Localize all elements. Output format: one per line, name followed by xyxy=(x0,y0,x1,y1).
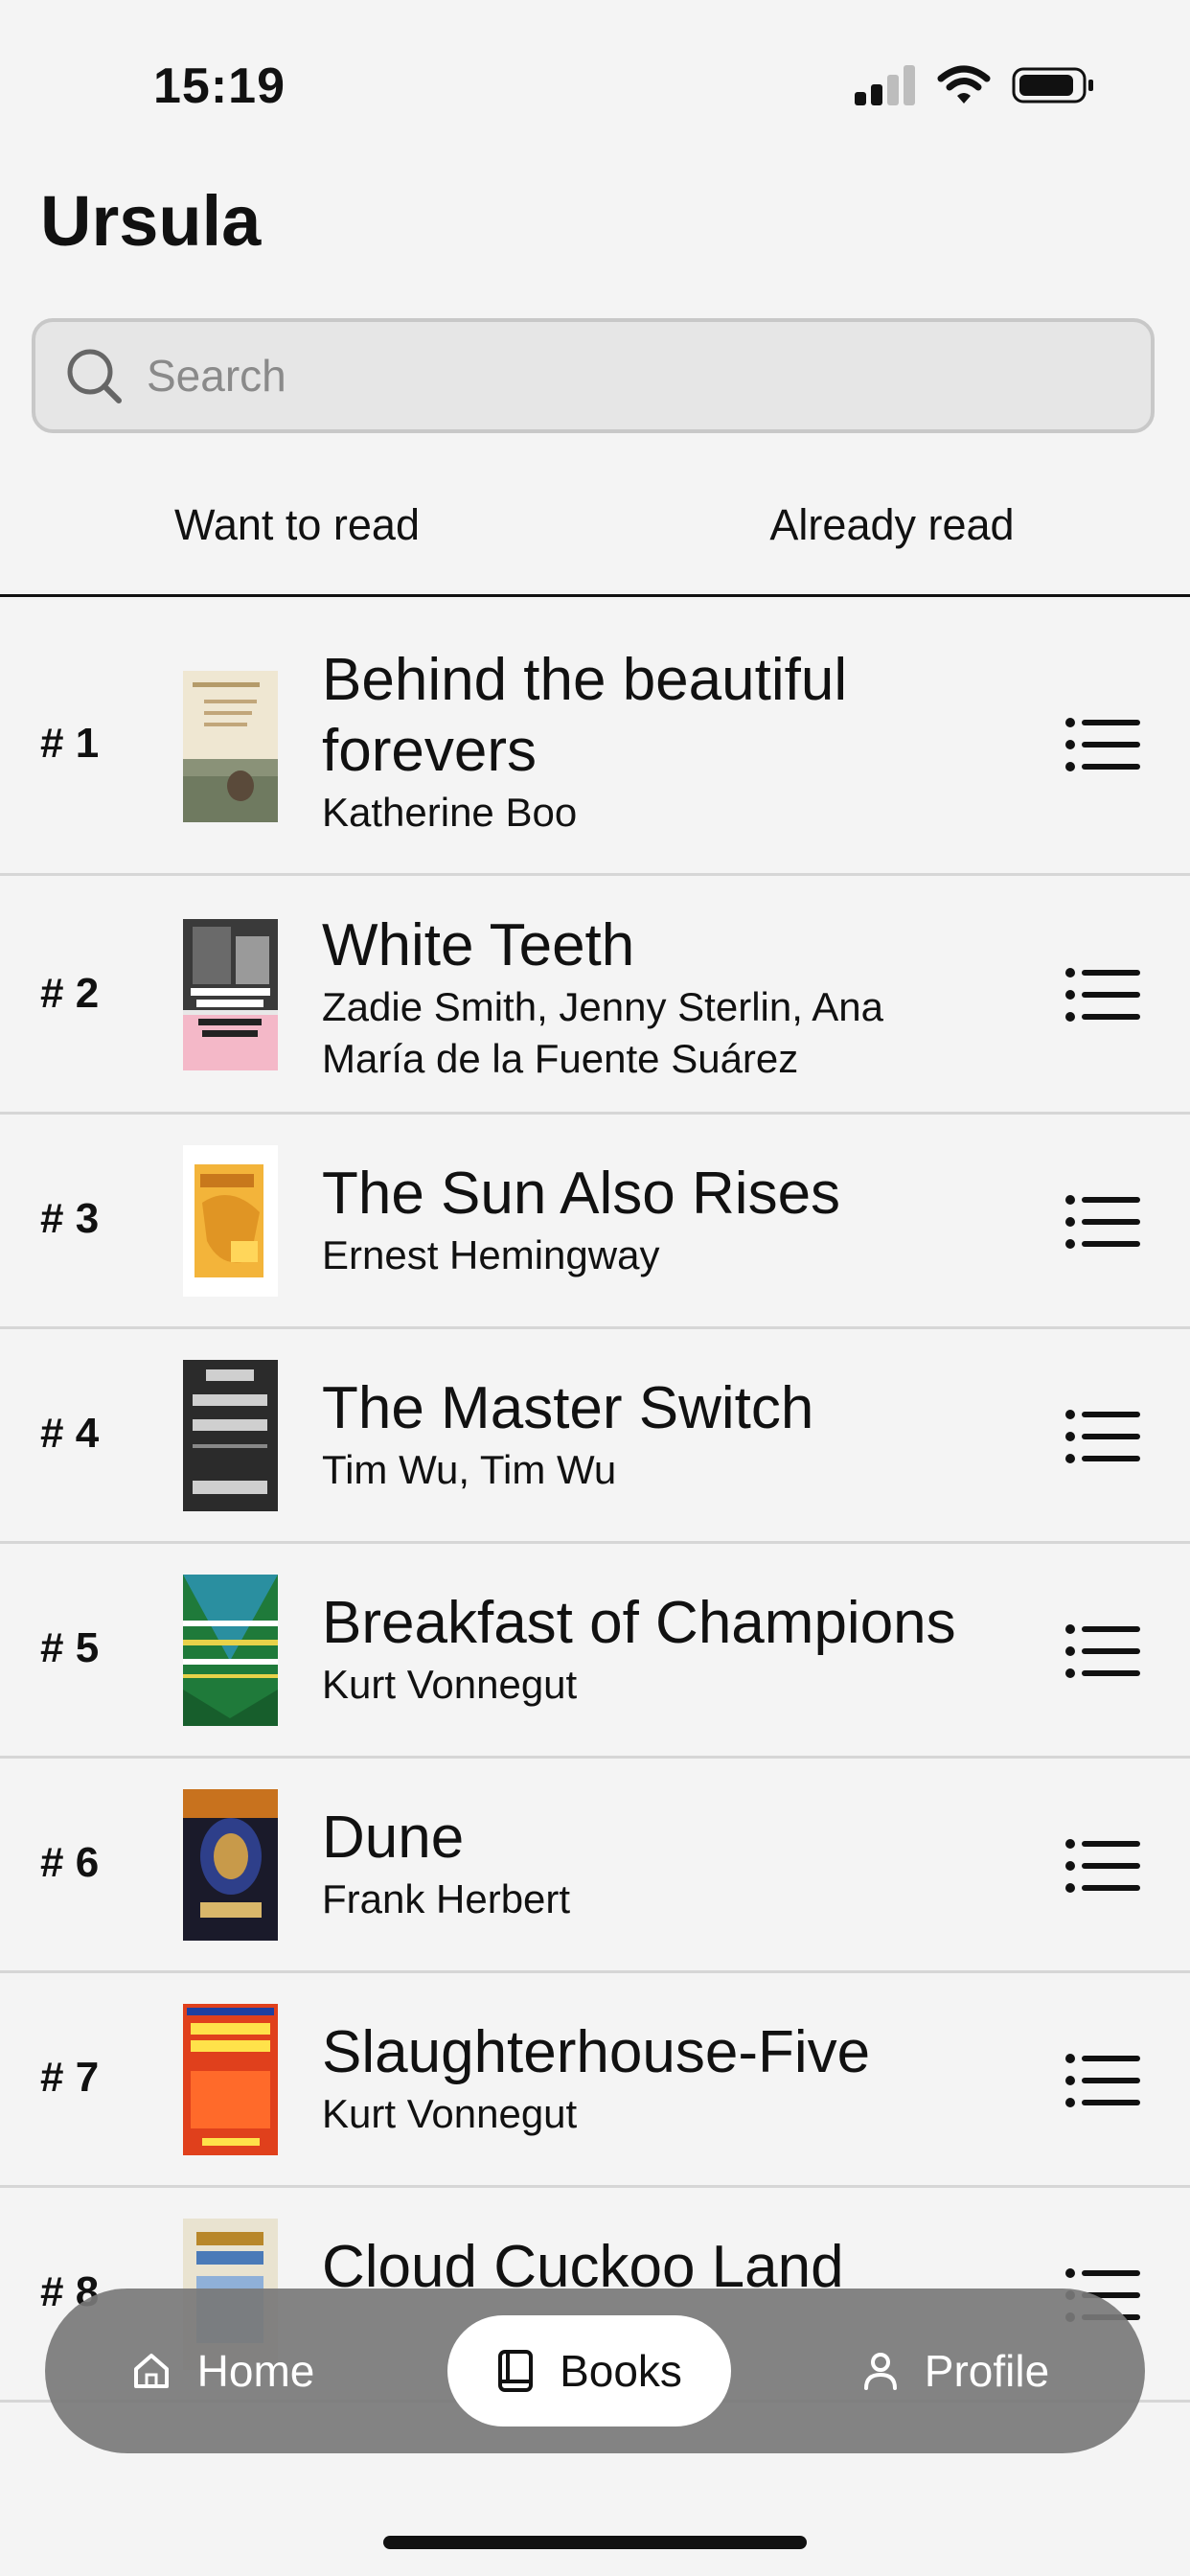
cellular-signal-icon xyxy=(855,65,915,105)
book-rank: # 5 xyxy=(40,1624,100,1671)
list-menu-icon[interactable] xyxy=(1065,718,1140,771)
book-title: White Teeth xyxy=(322,912,635,978)
book-list: # 1 Behind the beautiful forevers Kather… xyxy=(0,597,1190,2403)
page-title: Ursula xyxy=(40,181,262,261)
book-author: Kurt Vonnegut xyxy=(322,2091,578,2136)
nav-home-label: Home xyxy=(196,2346,315,2396)
book-cover xyxy=(183,919,278,1070)
list-menu-icon[interactable] xyxy=(1065,1410,1140,1463)
book-title: Behind the beautiful forevers xyxy=(322,647,848,784)
book-author: Zadie Smith, Jenny Sterlin, Ana María de… xyxy=(322,984,883,1081)
book-text: Behind the beautiful forevers Katherine … xyxy=(322,645,993,839)
book-cover xyxy=(183,1575,278,1726)
book-author: Ernest Hemingway xyxy=(322,1232,660,1277)
book-cover xyxy=(183,671,278,822)
nav-profile-label: Profile xyxy=(924,2346,1050,2396)
book-row[interactable]: # 7 Slaughterhouse-Five Kurt Vonnegut xyxy=(0,1973,1190,2188)
book-rank: # 7 xyxy=(40,2054,100,2101)
bottom-tab-bar: Home Books Profile xyxy=(45,2288,1145,2453)
home-indicator xyxy=(383,2536,807,2549)
search-input[interactable] xyxy=(145,349,1107,402)
book-cover xyxy=(183,1789,278,1941)
search-icon xyxy=(67,349,122,403)
book-author: Frank Herbert xyxy=(322,1876,571,1921)
book-text: Dune Frank Herbert xyxy=(322,1803,993,1925)
book-rank: # 3 xyxy=(40,1195,100,1242)
list-menu-icon[interactable] xyxy=(1065,1624,1140,1678)
book-row[interactable]: # 1 Behind the beautiful forevers Kather… xyxy=(0,597,1190,876)
list-menu-icon[interactable] xyxy=(1065,2054,1140,2107)
status-icons xyxy=(853,65,1094,105)
list-menu-icon[interactable] xyxy=(1065,1839,1140,1893)
wifi-icon xyxy=(937,65,991,104)
book-cover xyxy=(183,1360,278,1511)
nav-profile-button[interactable]: Profile xyxy=(831,2315,1080,2426)
book-title: The Sun Also Rises xyxy=(322,1161,841,1227)
nav-home-button[interactable]: Home xyxy=(103,2315,342,2426)
tab-want-to-read[interactable]: Want to read xyxy=(0,470,594,594)
battery-icon xyxy=(1012,67,1093,104)
book-row[interactable]: # 3 The Sun Also Rises Ernest Hemingway xyxy=(0,1115,1190,1329)
person-icon xyxy=(863,2353,897,2390)
book-rank: # 2 xyxy=(40,970,100,1017)
book-title: Dune xyxy=(322,1805,465,1871)
book-cover xyxy=(183,2004,278,2155)
tab-already-read[interactable]: Already read xyxy=(594,470,1190,594)
book-cover xyxy=(183,1145,278,1297)
book-author: Katherine Boo xyxy=(322,790,578,835)
book-text: White Teeth Zadie Smith, Jenny Sterlin, … xyxy=(322,910,993,1085)
book-rank: # 6 xyxy=(40,1839,100,1886)
book-row[interactable]: # 2 White Teeth Zadie Smith, Jenny Sterl… xyxy=(0,876,1190,1115)
status-time: 15:19 xyxy=(153,58,286,114)
search-bar[interactable] xyxy=(32,318,1155,433)
book-title: Breakfast of Champions xyxy=(322,1590,956,1656)
list-menu-icon[interactable] xyxy=(1065,968,1140,1022)
book-text: The Master Switch Tim Wu, Tim Wu xyxy=(322,1373,993,1496)
home-icon xyxy=(133,2354,169,2388)
book-rank: # 1 xyxy=(40,720,100,767)
book-title: The Master Switch xyxy=(322,1375,814,1441)
book-author: Kurt Vonnegut xyxy=(322,1662,578,1707)
book-text: Slaughterhouse-Five Kurt Vonnegut xyxy=(322,2017,993,2140)
list-menu-icon[interactable] xyxy=(1065,1195,1140,1249)
book-icon xyxy=(498,2350,534,2392)
book-row[interactable]: # 4 The Master Switch Tim Wu, Tim Wu xyxy=(0,1329,1190,1544)
nav-books-label: Books xyxy=(560,2346,682,2396)
book-row[interactable]: # 6 Dune Frank Herbert xyxy=(0,1759,1190,1973)
book-rank: # 4 xyxy=(40,1410,100,1457)
book-author: Tim Wu, Tim Wu xyxy=(322,1447,617,1492)
book-title: Slaughterhouse-Five xyxy=(322,2019,871,2085)
nav-books-button[interactable]: Books xyxy=(447,2315,731,2426)
book-row[interactable]: # 5 Breakfast of Champions Kurt Vonnegut xyxy=(0,1544,1190,1759)
book-text: The Sun Also Rises Ernest Hemingway xyxy=(322,1159,993,1281)
book-text: Breakfast of Champions Kurt Vonnegut xyxy=(322,1588,993,1711)
reading-tabs: Want to read Already read xyxy=(0,470,1190,597)
status-bar: 15:19 xyxy=(0,0,1190,163)
